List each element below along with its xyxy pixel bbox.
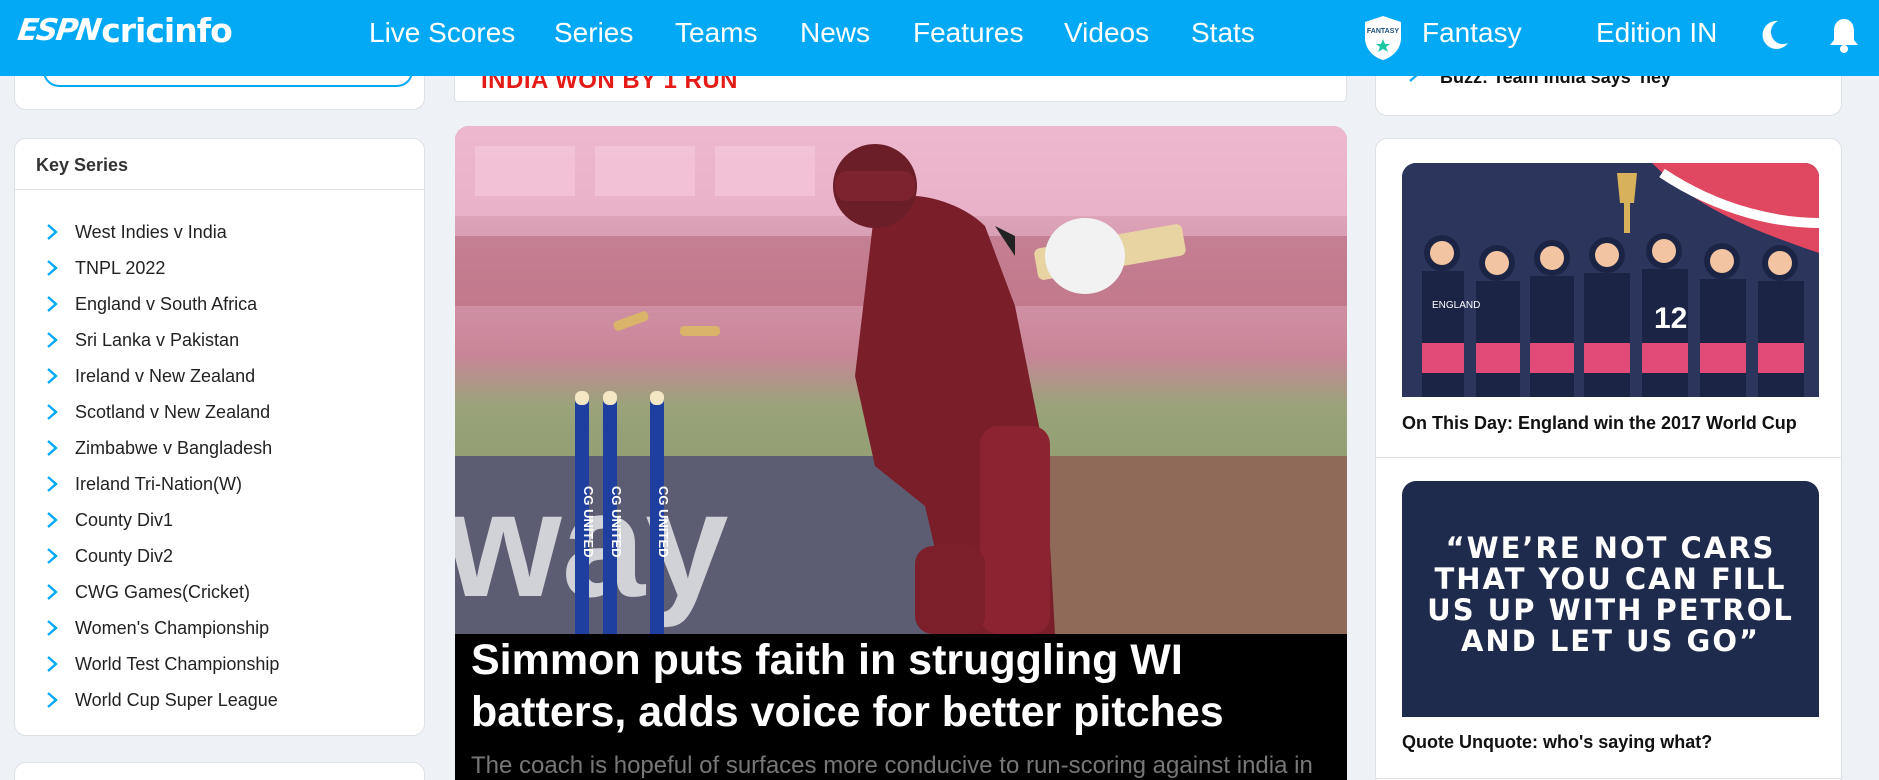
- chevron-right-icon: [47, 512, 58, 528]
- story-caption[interactable]: Quote Unquote: who's saying what?: [1402, 732, 1712, 753]
- chevron-right-icon: [47, 404, 58, 420]
- hero-headline[interactable]: Simmon puts faith in struggling WI batte…: [471, 634, 1331, 738]
- key-series-item[interactable]: Women's Championship: [15, 610, 424, 646]
- chevron-right-icon: [47, 332, 58, 348]
- fantasy-badge-text: FANTASY: [1367, 28, 1399, 35]
- key-series-panel: Key Series West Indies v India TNPL 2022…: [14, 138, 425, 736]
- nav-features[interactable]: Features: [913, 17, 1024, 49]
- chevron-right-icon: [47, 620, 58, 636]
- chevron-right-icon: [47, 440, 58, 456]
- key-series-item[interactable]: Ireland v New Zealand: [15, 358, 424, 394]
- hero-summary: The coach is hopeful of surfaces more co…: [471, 752, 1313, 779]
- key-series-item[interactable]: Zimbabwe v Bangladesh: [15, 430, 424, 466]
- key-series-label: TNPL 2022: [75, 257, 166, 278]
- key-series-list: West Indies v India TNPL 2022 England v …: [15, 214, 424, 718]
- quote-image[interactable]: “WE’RE NOT CARS THAT YOU CAN FILL US UP …: [1402, 481, 1819, 717]
- fantasy-shield-icon[interactable]: FANTASY: [1361, 14, 1405, 62]
- key-series-label: Ireland Tri-Nation(W): [75, 473, 243, 494]
- top-navbar: ESPN cricinfo Live Scores Series Teams N…: [0, 0, 1879, 76]
- nav-stats[interactable]: Stats: [1191, 17, 1255, 49]
- key-series-label: Scotland v New Zealand: [75, 401, 271, 422]
- key-series-item[interactable]: Ireland Tri-Nation(W): [15, 466, 424, 502]
- key-series-title: Key Series: [36, 155, 129, 175]
- bell-icon[interactable]: [1826, 16, 1862, 54]
- chevron-right-icon: [47, 296, 58, 312]
- key-series-item[interactable]: County Div2: [15, 538, 424, 574]
- logo-espn: ESPN: [15, 12, 102, 48]
- hero-photo: way CG UNITED CG UNITED CG UNITED: [455, 126, 1347, 634]
- divider: [15, 189, 424, 190]
- key-series-label: World Test Championship: [75, 653, 280, 674]
- right-stories-card: ENGLAND 12 On This Day: England win the …: [1375, 138, 1842, 780]
- story-caption[interactable]: On This Day: England win the 2017 World …: [1402, 413, 1797, 434]
- chevron-right-icon: [47, 656, 58, 672]
- chevron-right-icon: [47, 368, 58, 384]
- key-series-label: Zimbabwe v Bangladesh: [75, 437, 273, 458]
- logo-cricinfo: cricinfo: [101, 10, 233, 50]
- key-series-label: Sri Lanka v Pakistan: [75, 329, 240, 350]
- edition-selector[interactable]: Edition IN: [1596, 17, 1717, 49]
- divider: [1376, 778, 1841, 779]
- left-next-card: [14, 762, 425, 780]
- story-image[interactable]: ENGLAND 12: [1402, 163, 1819, 397]
- page-scrollbar[interactable]: [1864, 0, 1879, 780]
- nav-videos[interactable]: Videos: [1064, 17, 1149, 49]
- key-series-label: County Div2: [75, 545, 174, 566]
- key-series-item[interactable]: World Cup Super League: [15, 682, 424, 718]
- nav-series[interactable]: Series: [554, 17, 633, 49]
- divider: [1376, 457, 1841, 458]
- nav-news[interactable]: News: [800, 17, 870, 49]
- nav-teams[interactable]: Teams: [675, 17, 757, 49]
- espncricinfo-logo[interactable]: ESPN cricinfo: [15, 10, 233, 50]
- england-celebration-photo: ENGLAND 12: [1402, 163, 1819, 397]
- quote-text: “WE’RE NOT CARS THAT YOU CAN FILL US UP …: [1427, 531, 1794, 658]
- key-series-item[interactable]: Sri Lanka v Pakistan: [15, 322, 424, 358]
- key-series-item[interactable]: CWG Games(Cricket): [15, 574, 424, 610]
- chevron-right-icon: [47, 260, 58, 276]
- stump-text: CG UNITED: [581, 486, 596, 558]
- key-series-label: Ireland v New Zealand: [75, 365, 256, 386]
- chevron-right-icon: [47, 548, 58, 564]
- hero-caption[interactable]: Simmon puts faith in struggling WI batte…: [455, 634, 1347, 780]
- key-series-label: Women's Championship: [75, 617, 270, 638]
- chevron-right-icon: [47, 692, 58, 708]
- stump-text: CG UNITED: [656, 486, 671, 558]
- key-series-item[interactable]: Scotland v New Zealand: [15, 394, 424, 430]
- key-series-item[interactable]: TNPL 2022: [15, 250, 424, 286]
- key-series-label: World Cup Super League: [75, 689, 278, 710]
- key-series-item[interactable]: West Indies v India: [15, 214, 424, 250]
- key-series-item[interactable]: England v South Africa: [15, 286, 424, 322]
- shirt-text: ENGLAND: [1432, 300, 1480, 311]
- nav-live-scores[interactable]: Live Scores: [369, 17, 515, 49]
- key-series-item[interactable]: World Test Championship: [15, 646, 424, 682]
- key-series-label: England v South Africa: [75, 293, 258, 314]
- chevron-right-icon: [47, 476, 58, 492]
- key-series-label: CWG Games(Cricket): [75, 581, 250, 602]
- key-series-label: West Indies v India: [75, 221, 227, 242]
- stump-text: CG UNITED: [609, 486, 624, 558]
- shirt-number: 12: [1654, 302, 1687, 335]
- nav-fantasy[interactable]: Fantasy: [1422, 17, 1522, 49]
- key-series-label: County Div1: [75, 509, 174, 530]
- chevron-right-icon: [47, 224, 58, 240]
- moon-icon[interactable]: [1756, 17, 1792, 53]
- chevron-right-icon: [47, 584, 58, 600]
- key-series-item[interactable]: County Div1: [15, 502, 424, 538]
- hero-image[interactable]: way CG UNITED CG UNITED CG UNITED: [455, 126, 1347, 634]
